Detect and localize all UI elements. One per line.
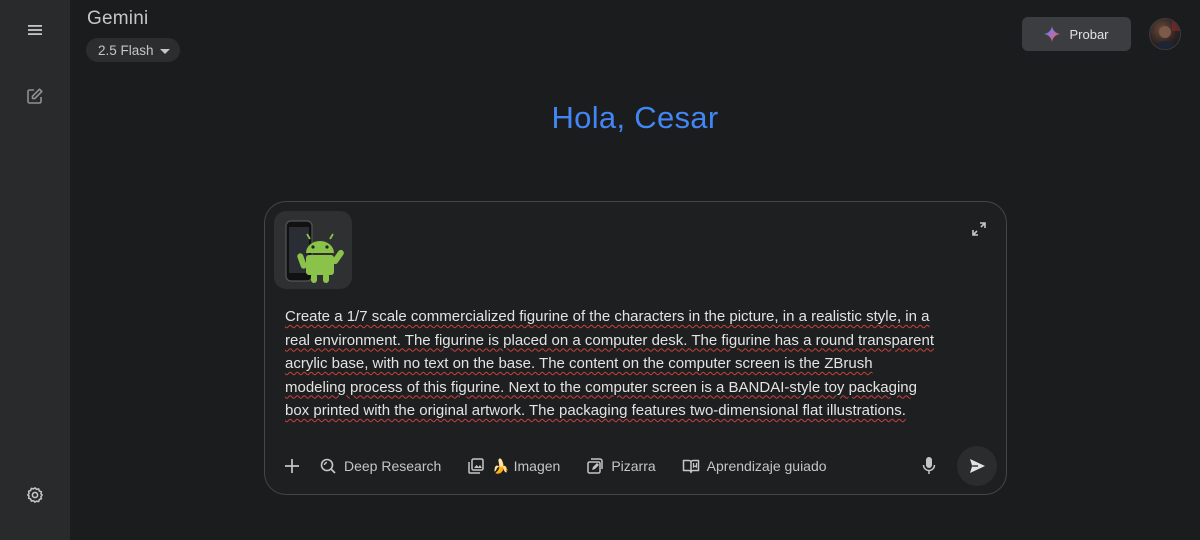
avatar[interactable] — [1149, 18, 1181, 50]
prompt-line: Create a 1/7 scale commercialized figuri… — [285, 308, 930, 325]
canvas-icon — [587, 458, 604, 474]
deep-research-label: Deep Research — [344, 458, 442, 474]
chevron-down-icon — [159, 48, 170, 54]
guided-learning-label: Aprendizaje guiado — [706, 458, 827, 474]
mic-icon[interactable] — [920, 456, 938, 476]
menu-icon — [28, 25, 42, 35]
sidebar — [0, 0, 70, 540]
prompt-line: box printed with the original artwork. T… — [285, 402, 906, 419]
deep-research-icon — [320, 458, 336, 474]
prompt-toolbar: Deep Research 🍌 Imagen Pizarra Aprendiza… — [283, 454, 853, 478]
send-icon — [970, 459, 985, 473]
expand-icon[interactable] — [971, 221, 987, 237]
image-button[interactable]: 🍌 Imagen — [467, 454, 560, 478]
avatar-image — [1155, 21, 1180, 49]
settings-icon — [27, 487, 43, 503]
image-icon — [468, 458, 485, 474]
guided-learning-button[interactable]: Aprendizaje guiado — [682, 454, 827, 478]
greeting-title: Hola, Cesar — [551, 100, 719, 135]
prompt-card: Create a 1/7 scale commercialized figuri… — [264, 201, 1007, 495]
prompt-line: real environment. The figurine is placed… — [285, 331, 934, 349]
prompt-input[interactable]: Create a 1/7 scale commercialized figuri… — [285, 305, 985, 423]
model-label: 2.5 Flash — [98, 42, 154, 58]
model-selector[interactable]: 2.5 Flash — [86, 38, 180, 62]
guided-learning-icon — [682, 459, 699, 474]
sparkle-icon — [1044, 26, 1061, 42]
android-phone-image — [285, 220, 344, 283]
prompt-line: acrylic base, with no text on the base. … — [285, 355, 873, 372]
add-file-button[interactable] — [283, 454, 301, 478]
menu-button[interactable] — [19, 14, 51, 46]
deep-research-button[interactable]: Deep Research — [319, 454, 441, 478]
send-button[interactable] — [957, 446, 997, 486]
settings-button[interactable] — [19, 479, 51, 511]
attached-image[interactable] — [274, 211, 352, 289]
plus-icon — [285, 459, 299, 473]
canvas-button[interactable]: Pizarra — [586, 454, 656, 478]
canvas-label: Pizarra — [611, 458, 656, 474]
image-label: 🍌 Imagen — [492, 457, 561, 474]
try-label: Probar — [1069, 26, 1109, 42]
prompt-line: modeling process of this figurine. Next … — [285, 378, 917, 396]
app-title: Gemini — [87, 8, 149, 29]
try-button[interactable]: Probar — [1022, 17, 1131, 51]
